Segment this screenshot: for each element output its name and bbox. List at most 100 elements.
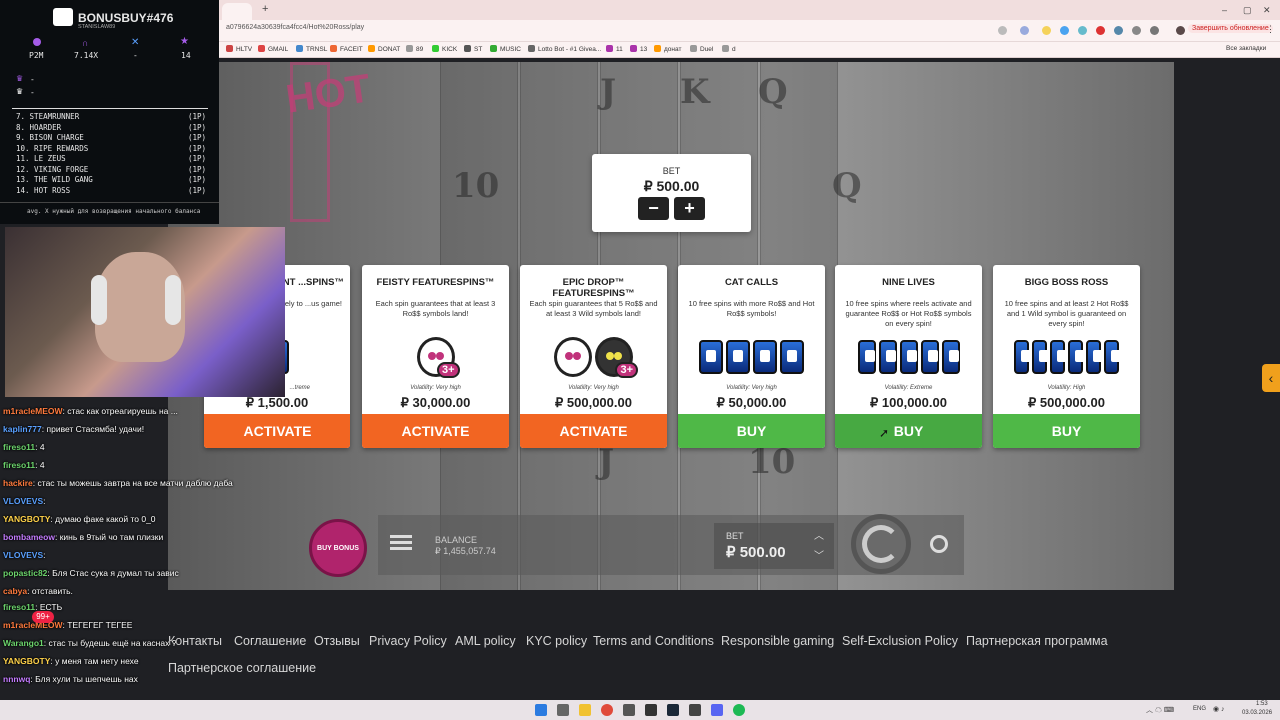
bonus-title: BONUSBUY#476: [78, 11, 174, 25]
bonus-hunt-overlay: BONUSBUY#476 STANISLAW89 ∩ ✕ ★ P2M 7.14X…: [0, 0, 219, 224]
profile-avatar[interactable]: [1176, 26, 1185, 35]
network-sound-icons[interactable]: ◉ ♪: [1213, 705, 1225, 713]
app-icon[interactable]: [623, 704, 635, 716]
chat-message: m1racleMEOW: стас как отреагируешь на ..…: [3, 406, 178, 416]
bet-up-icon[interactable]: ︿: [814, 527, 824, 542]
language-indicator[interactable]: ENG: [1193, 706, 1206, 712]
extension-icon[interactable]: [1132, 26, 1141, 35]
buy-button[interactable]: BUY: [835, 414, 982, 448]
start-icon[interactable]: [535, 704, 547, 716]
bookmark[interactable]: донат: [654, 45, 681, 53]
menu-icon[interactable]: ⋮: [1266, 24, 1275, 35]
buy-bonus-button[interactable]: BUY BONUS: [309, 519, 367, 577]
bookmark[interactable]: ST: [464, 45, 482, 53]
app-icon[interactable]: [689, 704, 701, 716]
clock-time[interactable]: 1:53: [1256, 701, 1268, 707]
bookmark[interactable]: MUSIC: [490, 45, 521, 53]
footer-link-agreement[interactable]: Соглашение: [234, 634, 306, 648]
active-tab[interactable]: [222, 3, 252, 20]
tray-icons[interactable]: ︿ ☁ ⌨: [1146, 705, 1174, 715]
card-title: NINE LIVES: [882, 277, 935, 288]
all-bookmarks[interactable]: Все закладки: [1226, 45, 1266, 52]
increase-bet-button[interactable]: +: [674, 197, 705, 220]
footer-link-reviews[interactable]: Отзывы: [314, 634, 360, 648]
minimize-button[interactable]: –: [1222, 5, 1227, 15]
footer-link-partner-program[interactable]: Партнерская программа: [966, 634, 1108, 648]
extension-icon[interactable]: [1096, 26, 1105, 35]
game-list: 7. STEAMRUNNER (1P) 8. HOARDER (1P) 9. BIS…: [16, 112, 206, 196]
balance-label: BALANCE: [435, 535, 478, 545]
buy-button[interactable]: BUY: [678, 414, 825, 448]
ross-sticker-icon: [941, 340, 960, 374]
autoplay-icon[interactable]: [930, 535, 948, 553]
maximize-button[interactable]: ▢: [1243, 5, 1252, 16]
card-price: ₽ 100,000.00: [870, 395, 947, 410]
close-window-button[interactable]: ✕: [1263, 5, 1271, 16]
bet-down-icon[interactable]: ﹀: [814, 547, 824, 562]
footer-link-kyc[interactable]: KYC policy: [526, 634, 587, 648]
spin-icon: [862, 525, 900, 563]
cross-icon: ✕: [131, 37, 140, 48]
footer-link-partner-agreement[interactable]: Партнерское соглашение: [168, 661, 316, 675]
bookmark[interactable]: 13: [630, 45, 647, 53]
ross-sticker-icon: [1086, 340, 1103, 374]
discord-icon[interactable]: [711, 704, 723, 716]
bookmark[interactable]: TRNSL: [296, 45, 327, 53]
chat-message: YANGBOTY: думаю факе какой то 0_0: [3, 514, 156, 524]
footer-link-self-exclusion[interactable]: Self-Exclusion Policy: [842, 634, 958, 648]
side-panel-toggle-icon[interactable]: ‹: [1262, 364, 1280, 392]
stat-value: -: [133, 51, 138, 60]
cast-icon[interactable]: [1020, 26, 1029, 35]
update-button[interactable]: Завершить обновление: [1188, 24, 1273, 33]
new-tab-button[interactable]: +: [262, 3, 268, 15]
extension-icon[interactable]: [1114, 26, 1123, 35]
footer-link-aml[interactable]: AML policy: [455, 634, 516, 648]
clock-date[interactable]: 03.03.2026: [1242, 710, 1272, 716]
footer-link-privacy[interactable]: Privacy Policy: [369, 634, 447, 648]
file-explorer-icon[interactable]: [579, 704, 591, 716]
footer-link-responsible[interactable]: Responsible gaming: [721, 634, 834, 648]
spotify-icon[interactable]: [733, 704, 745, 716]
decrease-bet-button[interactable]: −: [638, 197, 669, 220]
activate-button[interactable]: ACTIVATE: [362, 414, 509, 448]
bookmark[interactable]: d: [722, 45, 736, 53]
chat-message: VLOVEVS:: [3, 496, 46, 506]
extension-icon[interactable]: [1060, 26, 1069, 35]
buy-button[interactable]: BUY: [993, 414, 1140, 448]
bookmark[interactable]: Duel: [690, 45, 713, 53]
card-price: ₽ 50,000.00: [716, 395, 787, 410]
bomb-icon: 3+: [595, 337, 638, 378]
chat-message: popastic82: Бля Стас сука я думал ты зав…: [3, 568, 179, 578]
card-description: 10 free spins and at least 2 Hot Ro$$ an…: [1004, 299, 1129, 328]
url-text[interactable]: a0796624a30639fca4fcc4/Hot%20Ross/play: [226, 24, 364, 31]
ross-sticker-icon: [1032, 340, 1049, 374]
extensions-puzzle-icon[interactable]: [1150, 26, 1159, 35]
bookmark[interactable]: Lotto Bot - #1 Givea...: [528, 45, 601, 53]
list-item: 13. THE WILD GANG (1P): [16, 175, 206, 184]
bookmark[interactable]: 11: [606, 45, 623, 53]
bookmark[interactable]: DONAT: [368, 45, 400, 53]
activate-button[interactable]: ACTIVATE: [520, 414, 667, 448]
chrome-icon[interactable]: [601, 704, 613, 716]
activate-button[interactable]: ACTIVATE: [204, 414, 350, 448]
spin-button[interactable]: [851, 514, 911, 574]
bookmark[interactable]: KICK: [432, 45, 457, 53]
card-description: Each spin guarantees that 5 Ro$$ and at …: [529, 299, 658, 318]
bonus-note: avg. X нужный для возвращения начального…: [27, 208, 201, 215]
bookmark[interactable]: FACEIT: [330, 45, 363, 53]
extension-icon[interactable]: [1078, 26, 1087, 35]
zoom-icon[interactable]: [998, 26, 1007, 35]
bet-selector[interactable]: BET ₽ 500.00 ︿ ﹀: [714, 523, 834, 569]
bookmark[interactable]: HLTV: [226, 45, 252, 53]
app-icon[interactable]: [645, 704, 657, 716]
symbol-10: 10: [452, 166, 500, 206]
bookmark[interactable]: 89: [406, 45, 423, 53]
extension-icon[interactable]: [1042, 26, 1051, 35]
search-icon[interactable]: [557, 704, 569, 716]
footer-link-terms[interactable]: Terms and Conditions: [593, 634, 714, 648]
bookmark[interactable]: GMAIL: [258, 45, 288, 53]
game-menu-icon[interactable]: [390, 535, 412, 538]
list-item: 7. STEAMRUNNER (1P): [16, 112, 206, 121]
steam-icon[interactable]: [667, 704, 679, 716]
stat-value: 7.14X: [74, 51, 99, 60]
